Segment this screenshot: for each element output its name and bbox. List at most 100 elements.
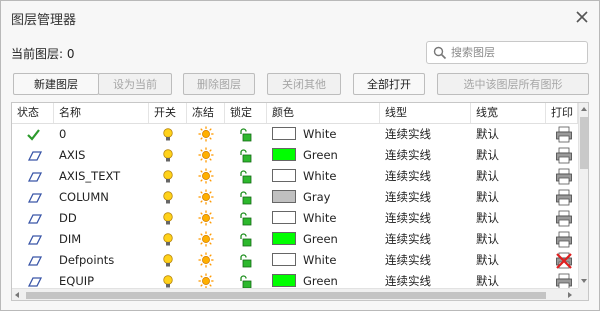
table-row[interactable]: DD White 连续实线 默认 (12, 208, 578, 229)
scroll-down-icon[interactable] (581, 279, 587, 283)
lightbulb-icon[interactable] (161, 169, 175, 184)
table-row[interactable]: Defpoints White 连续实线 默认 (12, 250, 578, 271)
linetype-cell[interactable]: 连续实线 (385, 187, 469, 208)
sun-icon[interactable] (198, 273, 214, 289)
vertical-scroll-thumb[interactable] (580, 117, 588, 169)
unlock-icon[interactable] (238, 253, 253, 268)
layer-name[interactable]: DIM (59, 229, 147, 250)
printer-icon[interactable] (555, 189, 573, 206)
table-row[interactable]: AXIS Green 连续实线 默认 (12, 145, 578, 166)
scroll-left-icon[interactable] (15, 292, 19, 298)
color-swatch[interactable] (272, 148, 296, 161)
select-layer-objects-button[interactable]: 选中该图层所有图形 (437, 73, 589, 95)
close-icon[interactable] (573, 8, 591, 26)
lineweight-cell[interactable]: 默认 (476, 208, 544, 229)
search-input[interactable] (451, 44, 583, 61)
lineweight-cell[interactable]: 默认 (476, 250, 544, 271)
color-swatch[interactable] (272, 190, 296, 203)
lineweight-cell[interactable]: 默认 (476, 145, 544, 166)
linetype-cell[interactable]: 连续实线 (385, 208, 469, 229)
new-layer-button[interactable]: 新建图层 (13, 73, 99, 95)
lightbulb-icon[interactable] (161, 127, 175, 142)
col-lineweight[interactable]: 线宽 (471, 103, 546, 123)
lineweight-cell[interactable]: 默认 (476, 187, 544, 208)
scroll-up-icon[interactable] (581, 107, 587, 111)
color-swatch[interactable] (272, 211, 296, 224)
unlock-icon[interactable] (238, 127, 253, 142)
lineweight-cell[interactable]: 默认 (476, 229, 544, 250)
unlock-icon[interactable] (238, 274, 253, 289)
unlock-icon[interactable] (238, 232, 253, 247)
col-color[interactable]: 颜色 (267, 103, 380, 123)
unlock-icon[interactable] (238, 169, 253, 184)
sun-icon[interactable] (198, 189, 214, 205)
color-name[interactable]: Gray (303, 187, 375, 208)
color-name[interactable]: Green (303, 229, 375, 250)
layer-name[interactable]: COLUMN (59, 187, 147, 208)
color-name[interactable]: White (303, 208, 375, 229)
sun-icon[interactable] (198, 147, 214, 163)
table-row[interactable]: 0 White 连续实线 默认 (12, 124, 578, 145)
layer-name[interactable]: 0 (59, 124, 147, 145)
lightbulb-icon[interactable] (161, 232, 175, 247)
linetype-cell[interactable]: 连续实线 (385, 250, 469, 271)
lightbulb-icon[interactable] (161, 190, 175, 205)
lineweight-cell[interactable]: 默认 (476, 124, 544, 145)
color-swatch[interactable] (272, 274, 296, 287)
lightbulb-icon[interactable] (161, 253, 175, 268)
linetype-cell[interactable]: 连续实线 (385, 166, 469, 187)
color-name[interactable]: White (303, 166, 375, 187)
col-frozen[interactable]: 冻结 (187, 103, 225, 123)
printer-icon[interactable] (555, 126, 573, 143)
lineweight-cell[interactable]: 默认 (476, 166, 544, 187)
horizontal-scroll-thumb[interactable] (26, 292, 546, 299)
sun-icon[interactable] (198, 126, 214, 142)
vertical-scrollbar[interactable] (578, 103, 588, 288)
table-row[interactable]: COLUMN Gray 连续实线 默认 (12, 187, 578, 208)
color-swatch[interactable] (272, 232, 296, 245)
col-linetype[interactable]: 线型 (380, 103, 471, 123)
sun-icon[interactable] (198, 168, 214, 184)
col-status[interactable]: 状态 (12, 103, 54, 123)
lightbulb-icon[interactable] (161, 211, 175, 226)
delete-layer-button[interactable]: 删除图层 (183, 73, 255, 95)
open-all-button[interactable]: 全部打开 (353, 73, 425, 95)
unlock-icon[interactable] (238, 190, 253, 205)
scroll-right-icon[interactable] (568, 292, 572, 298)
col-locked[interactable]: 锁定 (225, 103, 267, 123)
color-name[interactable]: Green (303, 145, 375, 166)
sun-icon[interactable] (198, 252, 214, 268)
color-swatch[interactable] (272, 127, 296, 140)
lightbulb-icon[interactable] (161, 148, 175, 163)
printer-icon[interactable] (555, 147, 573, 164)
color-name[interactable]: White (303, 250, 375, 271)
no-print-icon[interactable] (555, 252, 573, 269)
sun-icon[interactable] (198, 210, 214, 226)
layer-name[interactable]: AXIS (59, 145, 147, 166)
printer-icon[interactable] (555, 231, 573, 248)
linetype-cell[interactable]: 连续实线 (385, 124, 469, 145)
color-swatch[interactable] (272, 253, 296, 266)
col-name[interactable]: 名称 (54, 103, 149, 123)
search-box[interactable] (426, 41, 588, 64)
table-row[interactable]: AXIS_TEXT White 连续实线 默认 (12, 166, 578, 187)
col-plot[interactable]: 打印 (546, 103, 578, 123)
lightbulb-icon[interactable] (161, 274, 175, 289)
printer-icon[interactable] (555, 168, 573, 185)
unlock-icon[interactable] (238, 148, 253, 163)
layer-name[interactable]: Defpoints (59, 250, 147, 271)
set-current-button[interactable]: 设为当前 (98, 73, 172, 95)
linetype-cell[interactable]: 连续实线 (385, 145, 469, 166)
layer-name[interactable]: AXIS_TEXT (59, 166, 147, 187)
color-name[interactable]: White (303, 124, 375, 145)
printer-icon[interactable] (555, 210, 573, 227)
layer-name[interactable]: DD (59, 208, 147, 229)
linetype-cell[interactable]: 连续实线 (385, 229, 469, 250)
close-others-button[interactable]: 关闭其他 (267, 73, 341, 95)
color-swatch[interactable] (272, 169, 296, 182)
table-row[interactable]: DIM Green 连续实线 默认 (12, 229, 578, 250)
sun-icon[interactable] (198, 231, 214, 247)
unlock-icon[interactable] (238, 211, 253, 226)
horizontal-scrollbar[interactable] (12, 288, 578, 300)
col-on[interactable]: 开关 (149, 103, 187, 123)
